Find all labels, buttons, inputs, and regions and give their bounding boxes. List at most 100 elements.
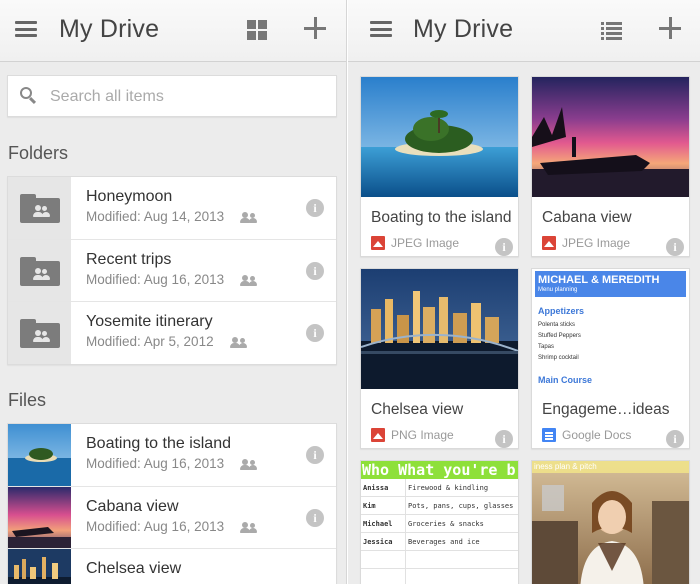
file-thumbnail [532,77,689,197]
shared-folder-icon [20,319,60,348]
shared-folder-icon [20,257,60,286]
left-toolbar: My Drive [0,0,346,62]
file-item-chelsea[interactable]: Chelsea view [8,548,336,584]
info-icon[interactable]: i [306,446,324,464]
search-placeholder: Search all items [50,88,164,105]
folder-thumb [8,302,71,364]
file-tile-chelsea[interactable]: Chelsea view PNG Image i [360,268,519,449]
google-docs-icon [542,428,556,442]
file-thumbnail [361,77,518,197]
sheet-header: Who What you're b [361,461,518,479]
folder-modified: Modified: Aug 14, 2013 [86,209,225,224]
files-heading: Files [8,390,47,410]
folder-modified: Modified: Apr 5, 2012 [86,334,214,349]
tile-file-type: JPEG Image [562,236,631,250]
doc-banner-title: MICHAEL & MEREDITH [538,274,660,286]
file-modified: Modified: Aug 16, 2013 [86,519,225,534]
sheet-cell: Kim [363,502,376,510]
sheet-cell: Jessica [363,538,393,546]
shared-icon [240,459,257,471]
folders-heading: Folders [8,143,69,163]
tile-file-name: Engageme…ideas [542,401,670,418]
file-name: Cabana view [86,498,179,515]
image-file-icon [371,428,385,442]
file-thumbnail [8,424,71,486]
photo-caption: iness plan & pitch [534,462,597,471]
doc-line: Stuffed Peppers [538,333,581,339]
info-icon[interactable]: i [306,509,324,527]
file-tile-boating[interactable]: Boating to the island JPEG Image i [360,76,519,257]
image-file-icon [371,236,385,250]
list-view-pane: My Drive Search all items Folders Honeym… [0,0,347,584]
info-icon[interactable]: i [666,430,684,448]
file-item-cabana[interactable]: Cabana view Modified: Aug 16, 2013 i [8,486,336,549]
tile-file-name: Boating to the island [371,209,512,226]
tile-file-name: Chelsea view [371,401,464,418]
sheet-row: Michael Groceries & snacks [361,515,518,533]
sheet-row: Anissa Firewood & kindling [361,479,518,497]
doc-line: Polenta sticks [538,322,576,328]
folder-name: Recent trips [86,251,172,268]
file-item-boating[interactable]: Boating to the island Modified: Aug 16, … [8,424,336,486]
file-modified: Modified: Aug 16, 2013 [86,456,225,471]
right-toolbar: My Drive [348,0,700,62]
file-thumbnail [361,269,518,389]
sheet-cell: Anissa [363,484,389,492]
folder-item-recent-trips[interactable]: Recent trips Modified: Aug 16, 2013 i [8,239,336,302]
sheet-cell: Michael [363,520,393,528]
sheet-header-text: Who What you're b [362,461,516,479]
list-view-icon[interactable] [601,21,622,40]
page-title: My Drive [413,15,514,43]
folder-name: Honeymoon [86,188,173,205]
file-tile-spreadsheet[interactable]: Who What you're b Anissa Firewood & kindl… [360,460,519,584]
add-icon[interactable] [303,16,327,40]
menu-icon[interactable] [15,20,37,38]
info-icon[interactable]: i [495,430,513,448]
shared-icon [240,275,257,287]
file-tile-engagement-ideas[interactable]: MICHAEL & MEREDITH Menu planning Appetiz… [531,268,690,449]
folder-item-yosemite-itinerary[interactable]: Yosemite itinerary Modified: Apr 5, 2012… [8,301,336,364]
page-title: My Drive [59,15,160,43]
add-icon[interactable] [658,16,682,40]
folder-item-honeymoon[interactable]: Honeymoon Modified: Aug 14, 2013 i [8,177,336,239]
file-thumbnail [8,549,71,584]
search-input[interactable]: Search all items [7,75,337,117]
shared-folder-icon [20,194,60,223]
image-file-icon [542,236,556,250]
tile-file-type: JPEG Image [391,236,460,250]
file-thumbnail [532,461,689,584]
info-icon[interactable]: i [306,262,324,280]
file-name: Chelsea view [86,560,182,577]
folder-modified: Modified: Aug 16, 2013 [86,272,225,287]
info-icon[interactable]: i [495,238,513,256]
file-tile-business-plan[interactable]: iness plan & pitch [531,460,690,584]
tile-file-name: Cabana view [542,209,632,226]
sheet-cell: Groceries & snacks [408,520,484,528]
search-icon [20,87,37,105]
sheet-thumbnail: Who What you're b Anissa Firewood & kindl… [361,461,518,584]
grid-view-icon[interactable] [247,20,267,40]
sheet-row: Kim Pots, pans, cups, glasses (paper) [361,497,518,515]
folder-thumb [8,240,71,302]
files-list: Boating to the island Modified: Aug 16, … [7,423,337,584]
folders-list: Honeymoon Modified: Aug 14, 2013 i Recen… [7,176,337,365]
doc-heading: Main Course [538,375,593,385]
doc-line: Shrimp cocktail [538,355,579,361]
folder-name: Yosemite itinerary [86,313,213,330]
info-icon[interactable]: i [306,199,324,217]
sheet-row [361,551,518,569]
info-icon[interactable]: i [666,238,684,256]
menu-icon[interactable] [370,20,392,38]
doc-heading: Appetizers [538,306,585,316]
shared-icon [230,337,247,349]
sheet-cell: Pots, pans, cups, glasses (paper) [408,502,518,510]
doc-banner: MICHAEL & MEREDITH Menu planning [535,271,686,297]
shared-icon [240,212,257,224]
folder-thumb [8,177,71,239]
doc-banner-subtitle: Menu planning [538,287,578,293]
info-icon[interactable]: i [306,324,324,342]
sheet-cell: Beverages and ice [408,538,480,546]
sheet-cell: Firewood & kindling [408,484,489,492]
sheet-row: Jessica Beverages and ice [361,533,518,551]
file-tile-cabana[interactable]: Cabana view JPEG Image i [531,76,690,257]
